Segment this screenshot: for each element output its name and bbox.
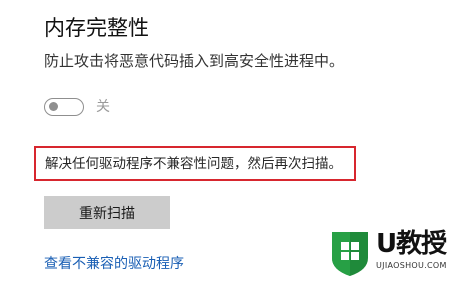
rescan-button[interactable]: 重新扫描 bbox=[44, 196, 170, 229]
section-title: 内存完整性 bbox=[44, 16, 149, 40]
warning-highlight-box: 解决任何驱动程序不兼容性问题，然后再次扫描。 bbox=[34, 146, 356, 181]
watermark-shield-icon bbox=[332, 232, 368, 276]
memory-integrity-toggle[interactable] bbox=[44, 98, 84, 116]
section-description: 防止攻击将恶意代码插入到高安全性进程中。 bbox=[44, 52, 345, 70]
watermark-brand: U教授 bbox=[376, 229, 447, 259]
memory-integrity-toggle-row[interactable]: 关 bbox=[44, 96, 110, 118]
toggle-knob bbox=[49, 102, 58, 111]
warning-text: 解决任何驱动程序不兼容性问题，然后再次扫描。 bbox=[45, 155, 342, 172]
watermark-domain: UJIAOSHOU.COM bbox=[376, 261, 447, 270]
toggle-state-label: 关 bbox=[96, 99, 110, 115]
watermark-logo: U教授 UJIAOSHOU.COM bbox=[328, 228, 452, 278]
view-incompatible-drivers-link[interactable]: 查看不兼容的驱动程序 bbox=[44, 255, 184, 273]
